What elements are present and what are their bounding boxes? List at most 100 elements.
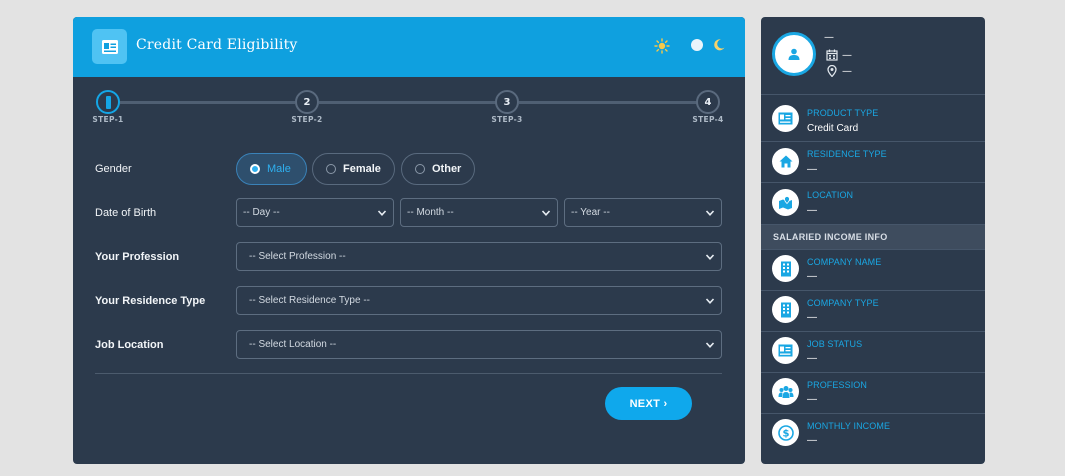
avatar [772, 32, 816, 76]
chevron-down-icon [705, 254, 715, 260]
step-2-label: STEP-2 [291, 115, 323, 124]
select-value: -- Select Location -- [249, 339, 337, 350]
step-3-indicator[interactable]: 3 [495, 90, 519, 114]
location-label: Job Location [95, 339, 164, 351]
sun-icon[interactable] [654, 38, 670, 54]
summary-item-value: — [807, 312, 817, 323]
stepper-line [120, 101, 295, 104]
summary-item-title: LOCATION [807, 190, 854, 200]
profile-location: — [826, 65, 852, 77]
salaried-income-section-header: SALARIED INCOME INFO [761, 224, 985, 249]
summary-item-company-name: COMPANY NAME — [761, 249, 985, 290]
dob-label: Date of Birth [95, 207, 157, 219]
profile-dob: — [826, 49, 852, 61]
building-icon [772, 255, 799, 282]
users-icon [772, 378, 799, 405]
step-3-label: STEP-3 [491, 115, 523, 124]
summary-item-value: — [807, 271, 817, 282]
summary-item-profession: PROFESSION — [761, 372, 985, 413]
step-progress-bar [105, 95, 111, 109]
next-button[interactable]: NEXT › [605, 387, 692, 420]
step-2-indicator[interactable]: 2 [295, 90, 319, 114]
card-header: Credit Card Eligibility [73, 17, 745, 77]
select-value: -- Select Residence Type -- [249, 295, 370, 306]
calendar-icon [826, 49, 838, 61]
summary-item-title: JOB STATUS [807, 339, 863, 349]
summary-item-value: — [807, 164, 817, 175]
summary-item-title: PROFESSION [807, 380, 868, 390]
gender-option-label: Female [343, 163, 381, 175]
home-icon [772, 148, 799, 175]
chevron-down-icon [705, 342, 715, 348]
residence-label: Your Residence Type [95, 295, 206, 307]
summary-item-title: RESIDENCE TYPE [807, 149, 887, 159]
profession-label: Your Profession [95, 251, 180, 263]
stepper-line [319, 101, 497, 104]
dob-year-select[interactable]: -- Year -- [564, 198, 722, 227]
residence-select[interactable]: -- Select Residence Type -- [236, 286, 722, 315]
step-1-label: STEP-1 [92, 115, 124, 124]
summary-item-title: COMPANY TYPE [807, 298, 879, 308]
profile-name: — [824, 32, 834, 43]
moon-icon[interactable] [712, 38, 726, 52]
location-select[interactable]: -- Select Location -- [236, 330, 722, 359]
id-card-icon [772, 337, 799, 364]
summary-item-residence-type: RESIDENCE TYPE — [761, 141, 985, 182]
summary-item-title: MONTHLY INCOME [807, 421, 891, 431]
summary-item-title: COMPANY NAME [807, 257, 882, 267]
dob-month-select[interactable]: -- Month -- [400, 198, 558, 227]
step-4-label: STEP-4 [692, 115, 724, 124]
step-number: 3 [503, 96, 511, 108]
summary-item-company-type: COMPANY TYPE — [761, 290, 985, 331]
profile-dob-value: — [842, 49, 852, 61]
id-card-icon [772, 105, 799, 132]
chevron-down-icon [541, 210, 551, 216]
step-4-indicator[interactable]: 4 [696, 90, 720, 114]
summary-item-value: — [807, 353, 817, 364]
user-icon [788, 48, 800, 60]
gender-option-male[interactable]: Male [236, 153, 307, 185]
select-value: -- Select Profession -- [249, 251, 346, 262]
summary-item-location: LOCATION — [761, 182, 985, 224]
theme-toggle-knob[interactable] [691, 39, 703, 51]
building-icon [772, 296, 799, 323]
profession-select[interactable]: -- Select Profession -- [236, 242, 722, 271]
radio-dot [415, 164, 425, 174]
gender-option-other[interactable]: Other [401, 153, 475, 185]
gender-option-female[interactable]: Female [312, 153, 395, 185]
gender-label: Gender [95, 163, 132, 175]
select-value: -- Year -- [571, 207, 610, 218]
dollar-icon: $ [772, 419, 799, 446]
summary-item-job-status: JOB STATUS — [761, 331, 985, 372]
dob-day-select[interactable]: -- Day -- [236, 198, 394, 227]
map-pin-icon [827, 65, 837, 77]
chevron-down-icon [705, 210, 715, 216]
step-number: 4 [704, 96, 712, 108]
summary-item-value: Credit Card [807, 123, 859, 134]
gender-option-label: Other [432, 163, 462, 175]
select-value: -- Month -- [407, 207, 454, 218]
stepper-line [519, 101, 697, 104]
summary-item-value: — [807, 394, 817, 405]
summary-sidebar: — — — PRODUCT TYPE Credit Card RESIDENCE… [761, 17, 985, 464]
summary-item-monthly-income: $ MONTHLY INCOME — [761, 413, 985, 464]
summary-item-product-type: PRODUCT TYPE Credit Card [761, 94, 985, 141]
id-card-icon [92, 29, 127, 64]
summary-item-title: PRODUCT TYPE [807, 108, 879, 118]
select-value: -- Day -- [243, 207, 280, 218]
form-divider [95, 373, 722, 374]
profile-name-value: — [824, 32, 834, 43]
radio-dot [326, 164, 336, 174]
svg-text:$: $ [782, 428, 789, 439]
page-title: Credit Card Eligibility [136, 37, 298, 53]
radio-dot [250, 164, 260, 174]
step-1-indicator[interactable] [96, 90, 120, 114]
step-number: 2 [303, 96, 311, 108]
profile-location-value: — [842, 65, 852, 77]
summary-item-value: — [807, 205, 817, 216]
eligibility-form-card: Credit Card Eligibility 2 3 4 STEP-1 STE… [73, 17, 745, 464]
summary-item-value: — [807, 435, 817, 446]
map-icon [772, 189, 799, 216]
chevron-down-icon [705, 298, 715, 304]
chevron-down-icon [377, 210, 387, 216]
